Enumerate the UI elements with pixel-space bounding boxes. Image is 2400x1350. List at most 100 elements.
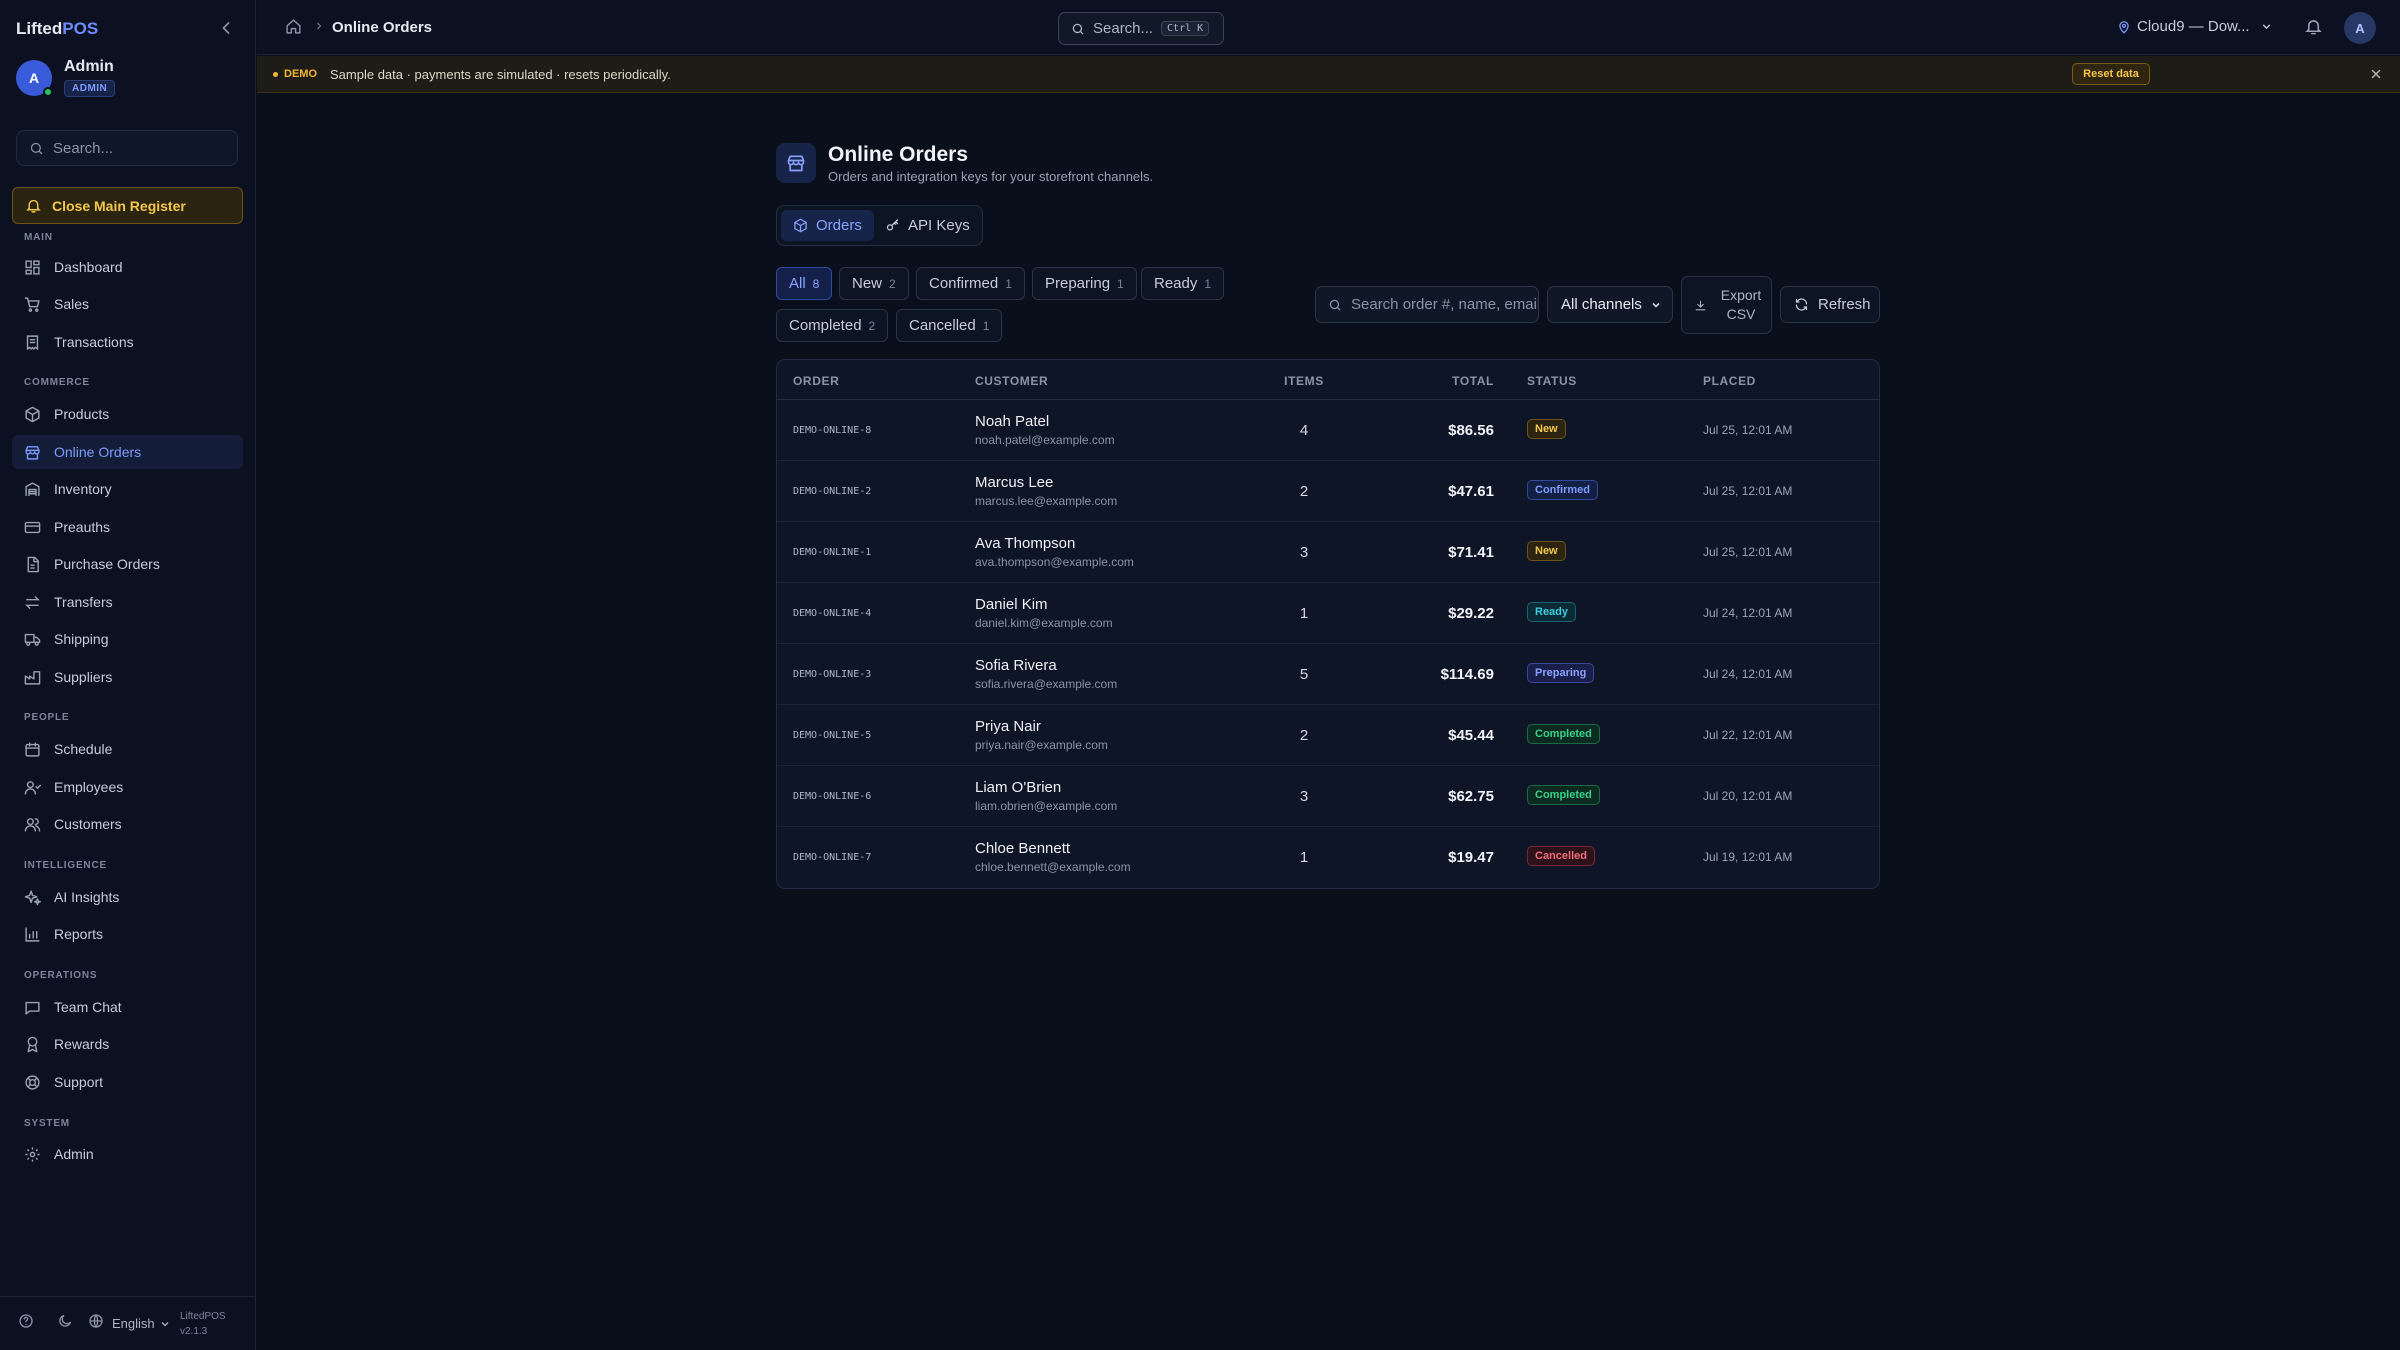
filter-chip-preparing[interactable]: Preparing 1: [1032, 267, 1137, 300]
sidebar-item-team-chat[interactable]: Team Chat: [12, 990, 243, 1024]
column-header-customer[interactable]: CUSTOMER: [975, 374, 1048, 388]
status-cell: Ready: [1527, 602, 1577, 622]
customer-email: marcus.lee@example.com: [975, 494, 1118, 508]
search-icon: [1072, 23, 1084, 34]
sidebar-item-shipping[interactable]: Shipping: [12, 622, 243, 656]
reset-data-button[interactable]: Reset data: [2072, 63, 2150, 85]
table-row[interactable]: DEMO-ONLINE-4 Daniel Kim daniel.kim@exampl…: [777, 583, 1879, 644]
filter-chip-cancelled[interactable]: Cancelled 1: [896, 309, 1003, 342]
chevron-down-icon: [161, 1321, 169, 1326]
table-row[interactable]: DEMO-ONLINE-8 Noah Patel noah.patel@exampl…: [777, 400, 1879, 461]
sidebar-item-ai-insights[interactable]: AI Insights: [12, 880, 243, 914]
sidebar-search-input[interactable]: Search...: [16, 130, 238, 166]
order-number[interactable]: DEMO-ONLINE-2: [793, 486, 871, 497]
table-row[interactable]: DEMO-ONLINE-5 Priya Nair priya.nair@exampl…: [777, 705, 1879, 766]
user-avatar-button[interactable]: A: [2344, 12, 2376, 44]
table-row[interactable]: DEMO-ONLINE-2 Marcus Lee marcus.lee@exampl…: [777, 461, 1879, 522]
package-icon: [25, 406, 40, 422]
sidebar-item-products[interactable]: Products: [12, 397, 243, 431]
filter-label: Confirmed: [929, 275, 999, 292]
cart-icon: [24, 296, 40, 312]
filter-chip-new[interactable]: New 2: [839, 267, 909, 300]
sidebar-item-transfers[interactable]: Transfers: [12, 585, 243, 619]
breadcrumb-chevron-icon: [313, 20, 325, 32]
award-icon: [27, 1036, 38, 1052]
column-header-total[interactable]: TOTAL: [1452, 374, 1494, 388]
export-csv-button[interactable]: Export CSV: [1681, 276, 1772, 334]
close-icon[interactable]: [2369, 67, 2383, 81]
order-number[interactable]: DEMO-ONLINE-7: [793, 852, 871, 863]
sidebar-item-schedule[interactable]: Schedule: [12, 732, 243, 766]
placed-date: Jul 24, 12:01 AM: [1703, 606, 1793, 620]
sidebar-item-preauths[interactable]: Preauths: [12, 510, 243, 544]
filter-chip-ready[interactable]: Ready 1: [1141, 267, 1225, 300]
channel-select[interactable]: All channels: [1547, 286, 1673, 323]
placed-date: Jul 22, 12:01 AM: [1703, 728, 1793, 742]
filter-label: All: [789, 275, 806, 292]
sidebar-item-customers[interactable]: Customers: [12, 807, 243, 841]
order-number[interactable]: DEMO-ONLINE-3: [793, 669, 871, 680]
status-badge: Confirmed: [1527, 480, 1598, 500]
sidebar-item-reports[interactable]: Reports: [12, 917, 243, 951]
help-icon[interactable]: [18, 1313, 34, 1329]
avatar-initial: A: [28, 70, 40, 86]
table-row[interactable]: DEMO-ONLINE-6 Liam O'Brien liam.obrien@exa…: [777, 766, 1879, 827]
sidebar-item-purchase-orders[interactable]: Purchase Orders: [12, 547, 243, 581]
collapse-sidebar-icon[interactable]: [216, 18, 236, 38]
sidebar-item-rewards[interactable]: Rewards: [12, 1027, 243, 1061]
filter-chip-completed[interactable]: Completed 2: [776, 309, 889, 342]
order-total: $114.69: [1440, 666, 1494, 683]
gear-icon: [25, 1146, 40, 1162]
close-register-button[interactable]: Close Main Register: [12, 187, 243, 224]
user-profile[interactable]: A Admin ADMIN: [16, 58, 236, 102]
order-search-input[interactable]: Search order #, name, email: [1315, 286, 1539, 323]
table-row[interactable]: DEMO-ONLINE-1 Ava Thompson ava.thompson@ex…: [777, 522, 1879, 583]
order-number[interactable]: DEMO-ONLINE-5: [793, 730, 871, 741]
brand-logo[interactable]: LiftedPOS: [16, 19, 98, 39]
column-header-order[interactable]: ORDER: [793, 374, 839, 388]
sidebar-item-sales[interactable]: Sales: [12, 287, 243, 321]
table-row[interactable]: DEMO-ONLINE-7 Chloe Bennett chloe.bennett@…: [777, 827, 1879, 888]
customer-email: sofia.rivera@example.com: [975, 677, 1118, 691]
order-number[interactable]: DEMO-ONLINE-8: [793, 425, 871, 436]
column-header-status[interactable]: STATUS: [1527, 374, 1577, 388]
sidebar-item-employees[interactable]: Employees: [12, 770, 243, 804]
home-icon[interactable]: [285, 18, 302, 35]
sidebar-item-support[interactable]: Support: [12, 1065, 243, 1099]
column-header-items[interactable]: ITEMS: [1284, 374, 1324, 388]
language-select[interactable]: English: [112, 1316, 171, 1331]
sidebar-item-transactions[interactable]: Transactions: [12, 325, 243, 359]
item-count: 3: [1299, 788, 1309, 805]
tab-api-keys[interactable]: API Keys: [873, 210, 982, 241]
tab-orders[interactable]: Orders: [781, 210, 874, 241]
refresh-button[interactable]: Refresh: [1780, 286, 1880, 323]
users-icon: [24, 817, 41, 832]
dashboard-icon: [25, 259, 40, 275]
order-number[interactable]: DEMO-ONLINE-6: [793, 791, 871, 802]
search-icon: [30, 142, 43, 154]
nav-section-system: SYSTEM: [24, 1118, 70, 1129]
table-row[interactable]: DEMO-ONLINE-3 Sofia Rivera sofia.rivera@ex…: [777, 644, 1879, 705]
topbar: Online Orders Search... Ctrl K Cloud9 — …: [257, 0, 2400, 55]
filter-chip-confirmed[interactable]: Confirmed 1: [916, 267, 1025, 300]
global-search-button[interactable]: Search... Ctrl K: [1058, 12, 1224, 45]
notifications-bell-icon[interactable]: [2304, 17, 2323, 36]
sidebar-item-dashboard[interactable]: Dashboard: [12, 250, 243, 284]
page-subtitle: Orders and integration keys for your sto…: [828, 169, 1154, 184]
location-selector[interactable]: Cloud9 — Dow...: [2117, 18, 2279, 35]
map-pin-icon: [2119, 20, 2129, 34]
status-cell: New: [1527, 419, 1566, 439]
sidebar-item-online-orders[interactable]: Online Orders: [12, 435, 243, 469]
order-number[interactable]: DEMO-ONLINE-1: [793, 547, 871, 558]
avatar-initial: A: [2355, 20, 2365, 36]
customer-email: priya.nair@example.com: [975, 738, 1108, 752]
column-header-placed[interactable]: PLACED: [1703, 374, 1756, 388]
filter-chip-all[interactable]: All 8: [776, 267, 833, 300]
sidebar-item-inventory[interactable]: Inventory: [12, 472, 243, 506]
sidebar-item-suppliers[interactable]: Suppliers: [12, 660, 243, 694]
demo-banner: DEMO Sample data · payments are simulate…: [257, 56, 2400, 93]
order-number[interactable]: DEMO-ONLINE-4: [793, 608, 871, 619]
status-badge: Completed: [1527, 724, 1600, 744]
sidebar-item-admin[interactable]: Admin: [12, 1137, 243, 1171]
theme-moon-icon[interactable]: [57, 1313, 73, 1329]
